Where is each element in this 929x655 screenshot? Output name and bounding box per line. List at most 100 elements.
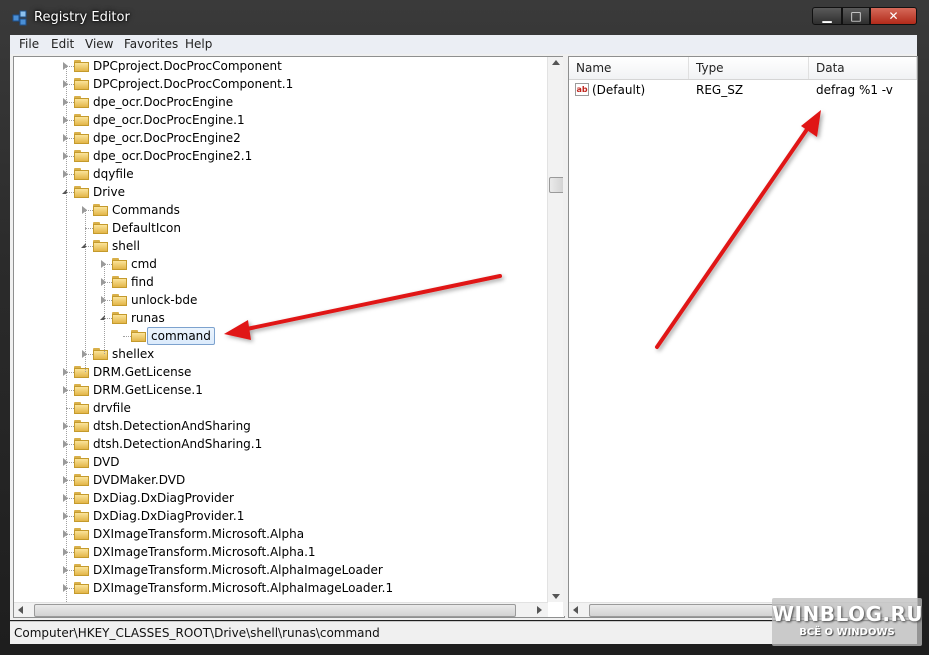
tree-item[interactable]: DXImageTransform.Microsoft.Alpha: [14, 525, 547, 543]
scroll-left-arrow-icon[interactable]: [18, 606, 23, 614]
pane-splitter[interactable]: [563, 56, 567, 616]
menu-file[interactable]: File: [19, 37, 39, 51]
tree-item-label: command: [147, 327, 215, 345]
folder-icon: [74, 114, 89, 126]
tree-item[interactable]: DxDiag.DxDiagProvider.1: [14, 507, 547, 525]
tree-item[interactable]: DXImageTransform.Microsoft.AlphaImageLoa…: [14, 561, 547, 579]
column-header-data[interactable]: Data: [809, 57, 917, 79]
tree-item-label: dpe_ocr.DocProcEngine2: [93, 131, 241, 145]
watermark-subtitle: ВСЁ О WINDOWS: [799, 627, 895, 638]
key-tree-pane[interactable]: DPCproject.DocProcComponent DPCproject.Do…: [13, 56, 565, 618]
folder-icon: [74, 492, 89, 504]
tree-item[interactable]: drvfile: [14, 399, 547, 417]
tree-item[interactable]: DXImageTransform.Microsoft.AlphaImageLoa…: [14, 579, 547, 597]
menu-view[interactable]: View: [85, 37, 113, 51]
scroll-left-arrow-icon[interactable]: [573, 606, 578, 614]
tree-item[interactable]: Drive: [14, 183, 547, 201]
folder-icon: [74, 402, 89, 414]
tree-guide-line: [104, 264, 105, 354]
tree-item[interactable]: DXImageTransform.Microsoft.Alpha.1: [14, 543, 547, 561]
scroll-right-arrow-icon[interactable]: [537, 606, 542, 614]
tree-item[interactable]: dpe_ocr.DocProcEngine2: [14, 129, 547, 147]
folder-icon: [74, 546, 89, 558]
tree-item[interactable]: dpe_ocr.DocProcEngine: [14, 93, 547, 111]
folder-icon: [74, 384, 89, 396]
tree-item[interactable]: runas: [14, 309, 547, 327]
tree-item[interactable]: cmd: [14, 255, 547, 273]
tree-item-label: shellex: [112, 347, 155, 361]
menu-edit[interactable]: Edit: [51, 37, 74, 51]
tree-item[interactable]: command: [14, 327, 547, 345]
tree-item-label: DXImageTransform.Microsoft.Alpha.1: [93, 545, 316, 559]
folder-icon: [74, 366, 89, 378]
tree-item-label: dpe_ocr.DocProcEngine.1: [93, 113, 245, 127]
tree-item[interactable]: DRM.GetLicense.1: [14, 381, 547, 399]
folder-icon: [74, 186, 89, 198]
tree-item[interactable]: DRM.GetLicense: [14, 363, 547, 381]
list-header: Name Type Data: [569, 57, 917, 80]
tree-item[interactable]: DPCproject.DocProcComponent.1: [14, 75, 547, 93]
column-header-type[interactable]: Type: [689, 57, 809, 79]
tree-item-label: dqyfile: [93, 167, 134, 181]
scroll-up-arrow-icon[interactable]: [552, 60, 560, 65]
tree-item-label: unlock-bde: [131, 293, 198, 307]
tree-item[interactable]: DVD: [14, 453, 547, 471]
folder-icon: [93, 204, 108, 216]
folder-icon: [131, 330, 146, 342]
tree-item-label: dpe_ocr.DocProcEngine: [93, 95, 234, 109]
tree-item[interactable]: find: [14, 273, 547, 291]
folder-icon: [74, 78, 89, 90]
tree-item-label: DVD: [93, 455, 120, 469]
tree-item[interactable]: shell: [14, 237, 547, 255]
tree-item-label: find: [131, 275, 154, 289]
tree-item-label: DXImageTransform.Microsoft.AlphaImageLoa…: [93, 563, 383, 577]
minimize-button[interactable]: ▁: [812, 7, 842, 25]
tree-item[interactable]: shellex: [14, 345, 547, 363]
value-name: (Default): [592, 83, 646, 97]
tree-item[interactable]: dpe_ocr.DocProcEngine2.1: [14, 147, 547, 165]
tree-item-label: DPCproject.DocProcComponent.1: [93, 77, 294, 91]
tree-item[interactable]: DPCproject.DocProcComponent: [14, 57, 547, 75]
tree-item[interactable]: DVDMaker.DVD: [14, 471, 547, 489]
tree-horizontal-scroll-thumb[interactable]: [34, 604, 516, 617]
folder-icon: [112, 276, 127, 288]
folder-icon: [74, 420, 89, 432]
tree-item[interactable]: Commands: [14, 201, 547, 219]
status-path: Computer\HKEY_CLASSES_ROOT\Drive\shell\r…: [14, 626, 380, 640]
tree-horizontal-scrollbar[interactable]: [14, 602, 548, 617]
folder-icon: [74, 60, 89, 72]
tree-item-label: DXImageTransform.Microsoft.AlphaImageLoa…: [93, 581, 394, 595]
tree-guide-line: [85, 210, 86, 372]
list-horizontal-scroll-thumb[interactable]: [589, 604, 791, 617]
scroll-down-arrow-icon[interactable]: [552, 594, 560, 599]
tree-item[interactable]: dtsh.DetectionAndSharing: [14, 417, 547, 435]
folder-icon: [112, 294, 127, 306]
folder-icon: [93, 222, 108, 234]
values-list-pane[interactable]: Name Type Data ab (Default) REG_SZ defra…: [568, 56, 918, 618]
tree-item[interactable]: DefaultIcon: [14, 219, 547, 237]
column-header-name[interactable]: Name: [569, 57, 689, 79]
tree-item-label: Commands: [112, 203, 180, 217]
tree-item[interactable]: dqyfile: [14, 165, 547, 183]
menu-bar: File Edit View Favorites Help: [10, 35, 917, 55]
window-frame: Registry Editor ▁ □ ✕ File Edit View Fav…: [0, 0, 929, 655]
folder-icon: [74, 438, 89, 450]
tree-item-label: DRM.GetLicense: [93, 365, 192, 379]
string-value-icon: ab: [575, 83, 589, 96]
tree-item-label: DxDiag.DxDiagProvider.1: [93, 509, 245, 523]
maximize-button[interactable]: □: [842, 7, 870, 25]
menu-favorites[interactable]: Favorites: [124, 37, 178, 51]
tree-item-label: DXImageTransform.Microsoft.Alpha: [93, 527, 305, 541]
folder-icon: [74, 582, 89, 594]
tree-item[interactable]: dtsh.DetectionAndSharing.1: [14, 435, 547, 453]
title-bar[interactable]: Registry Editor ▁ □ ✕: [0, 0, 929, 36]
tree-item-label: dtsh.DetectionAndSharing: [93, 419, 251, 433]
tree-item[interactable]: DxDiag.DxDiagProvider: [14, 489, 547, 507]
menu-help[interactable]: Help: [185, 37, 212, 51]
folder-icon: [112, 312, 127, 324]
tree-item[interactable]: unlock-bde: [14, 291, 547, 309]
close-button[interactable]: ✕: [870, 7, 917, 25]
tree-item-label: DRM.GetLicense.1: [93, 383, 203, 397]
watermark-logo: WINBLOG.RU ВСЁ О WINDOWS: [772, 598, 923, 646]
tree-item[interactable]: dpe_ocr.DocProcEngine.1: [14, 111, 547, 129]
